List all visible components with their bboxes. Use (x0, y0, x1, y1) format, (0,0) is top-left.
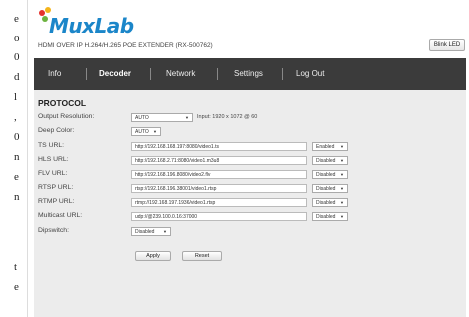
nav-info[interactable]: Info (48, 58, 61, 90)
hls-status-select[interactable]: Disabled ▼ (312, 156, 348, 165)
output-resolution-label: Output Resolution: (38, 113, 95, 120)
web-admin-panel: MuxLab HDMI OVER IP H.264/H.265 POE EXTE… (27, 0, 469, 317)
strip-char: o (14, 32, 20, 44)
logo-dot-yellow (45, 7, 51, 13)
multicast-url-label: Multicast URL: (38, 212, 83, 219)
chevron-down-icon: ▼ (340, 200, 344, 205)
rtmp-url-field[interactable]: rtmp://192.168.197.1936/video1.rtsp (131, 198, 307, 207)
flv-status-select[interactable]: Disabled ▼ (312, 170, 348, 179)
strip-char: n (14, 151, 20, 163)
blink-led-button[interactable]: Blink LED (429, 39, 465, 51)
strip-char: e (14, 13, 19, 25)
rtsp-url-field[interactable]: rtsp://192.168.196.38001/video1.rtsp (131, 184, 307, 193)
multicast-status-value: Disabled (316, 214, 336, 220)
flv-url-label: FLV URL: (38, 170, 68, 177)
output-resolution-value: AUTO (135, 115, 149, 121)
deep-color-value: AUTO (135, 129, 149, 135)
strip-char: e (14, 281, 19, 293)
nav-decoder[interactable]: Decoder (99, 58, 131, 90)
product-subtitle: HDMI OVER IP H.264/H.265 POE EXTENDER (R… (38, 42, 213, 49)
logo-dot-green (42, 16, 48, 22)
rtmp-status-value: Disabled (316, 200, 336, 206)
logo-text: MuxLab (49, 14, 134, 38)
decoder-content: PROTOCOL Output Resolution: AUTO ▼ Input:… (34, 90, 466, 317)
hls-status-value: Disabled (316, 158, 336, 164)
flv-status-value: Disabled (316, 172, 336, 178)
rtmp-status-select[interactable]: Disabled ▼ (312, 198, 348, 207)
strip-char: t (14, 261, 18, 273)
strip-char: 0 (14, 131, 20, 143)
strip-char: l (14, 91, 18, 103)
chevron-down-icon: ▼ (340, 144, 344, 149)
nav-logout[interactable]: Log Out (296, 58, 324, 90)
deep-color-label: Deep Color: (38, 127, 75, 134)
chevron-down-icon: ▼ (340, 186, 344, 191)
chevron-down-icon: ▼ (163, 229, 167, 234)
multicast-status-select[interactable]: Disabled ▼ (312, 212, 348, 221)
deep-color-select[interactable]: AUTO ▼ (131, 127, 161, 136)
nav-separator (217, 68, 218, 80)
reset-button[interactable]: Reset (182, 251, 222, 261)
hls-url-field[interactable]: http://192.168.2.71:8080/video1.m3u8 (131, 156, 307, 165)
ts-status-select[interactable]: Enabled ▼ (312, 142, 348, 151)
rtsp-status-value: Disabled (316, 186, 336, 192)
section-title: PROTOCOL (38, 98, 87, 108)
strip-char: e (14, 171, 19, 183)
ts-url-field[interactable]: http://192.168.168.197:8080/video1.ts (131, 142, 307, 151)
rtsp-status-select[interactable]: Disabled ▼ (312, 184, 348, 193)
dipswitch-value: Disabled (135, 229, 155, 235)
adjacent-page-strip: e o 0 d l , 0 n e n t e (0, 0, 27, 317)
main-nav: Info Decoder Network Settings Log Out (34, 58, 466, 90)
nav-separator (150, 68, 151, 80)
dipswitch-label: Dipswitch: (38, 227, 69, 234)
hls-url-label: HLS URL: (38, 156, 69, 163)
chevron-down-icon: ▼ (185, 115, 189, 120)
rtsp-url-label: RTSP URL: (38, 184, 74, 191)
ts-status-value: Enabled (316, 144, 335, 150)
apply-button[interactable]: Apply (135, 251, 171, 261)
strip-char: , (14, 111, 17, 123)
multicast-url-field[interactable]: udp://@239.100.0.16:37000 (131, 212, 307, 221)
strip-char: n (14, 191, 20, 203)
nav-separator (282, 68, 283, 80)
chevron-down-icon: ▼ (153, 129, 157, 134)
input-resolution-note: Input: 1920 x 1072 @ 60 (197, 114, 258, 120)
strip-char: 0 (14, 51, 20, 63)
strip-char: d (14, 71, 20, 83)
nav-settings[interactable]: Settings (234, 58, 263, 90)
ts-url-label: TS URL: (38, 142, 65, 149)
muxlab-logo: MuxLab (36, 6, 156, 40)
flv-url-field[interactable]: http://192.168.196.8080/video2.flv (131, 170, 307, 179)
dipswitch-select[interactable]: Disabled ▼ (131, 227, 171, 236)
chevron-down-icon: ▼ (340, 172, 344, 177)
chevron-down-icon: ▼ (340, 214, 344, 219)
nav-separator (86, 68, 87, 80)
output-resolution-select[interactable]: AUTO ▼ (131, 113, 193, 122)
nav-network[interactable]: Network (166, 58, 195, 90)
rtmp-url-label: RTMP URL: (38, 198, 75, 205)
chevron-down-icon: ▼ (340, 158, 344, 163)
